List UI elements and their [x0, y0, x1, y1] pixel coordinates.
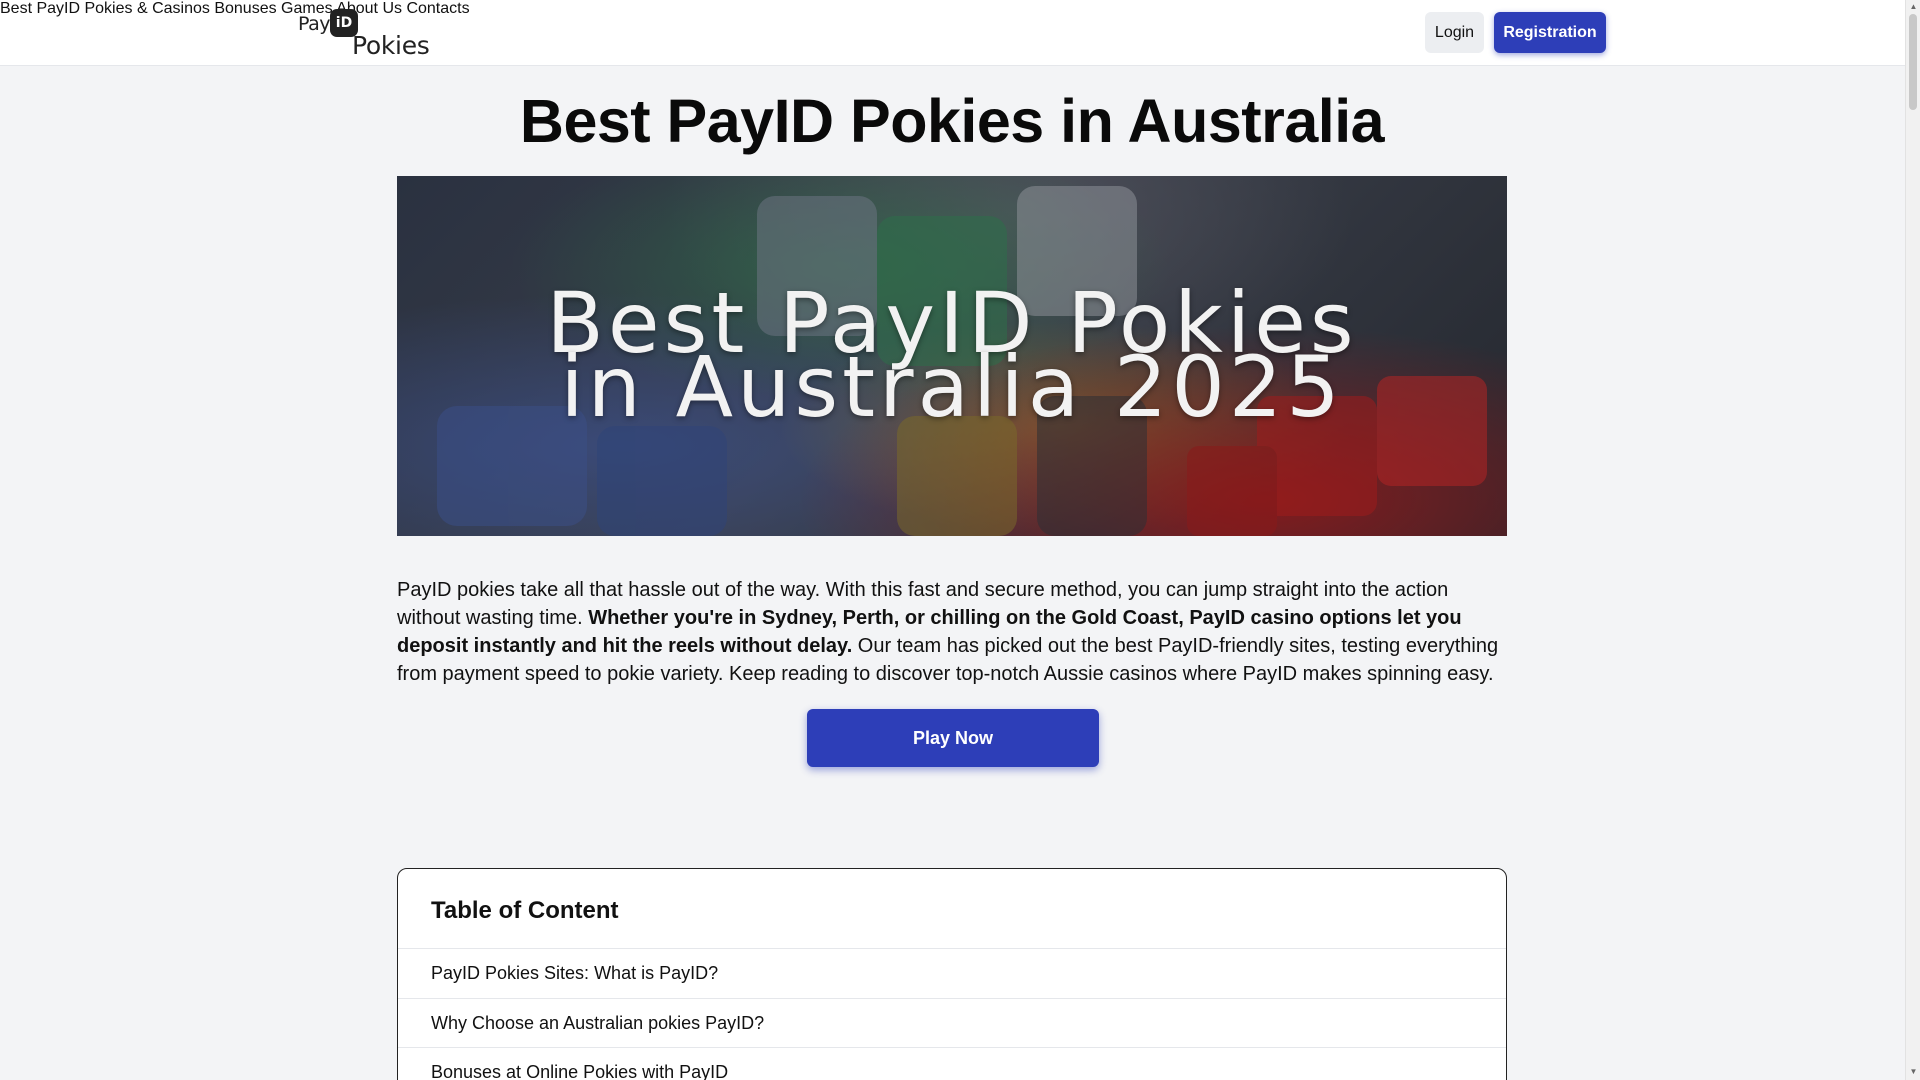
hero-banner-image: Best PayID Pokies in Australia 2025 — [397, 176, 1507, 536]
table-of-content: Table of Content PayID Pokies Sites: Wha… — [397, 868, 1507, 1080]
toc-item-bonuses[interactable]: Bonuses at Online Pokies with PayID — [398, 1047, 1506, 1080]
registration-button[interactable]: Registration — [1494, 12, 1606, 53]
scroll-down-arrow-icon[interactable]: ▼ — [1908, 1067, 1919, 1077]
toc-item-what-is-payid[interactable]: PayID Pokies Sites: What is PayID? — [398, 948, 1506, 998]
play-now-button[interactable]: Play Now — [807, 709, 1099, 767]
main-nav: Best PayID Pokies & Casinos Bonuses Game… — [0, 0, 1905, 18]
toc-item-why-choose[interactable]: Why Choose an Australian pokies PayID? — [398, 998, 1506, 1048]
scrollbar-thumb[interactable] — [1909, 14, 1917, 110]
login-button[interactable]: Login — [1425, 12, 1484, 53]
page-title: Best PayID Pokies in Australia — [519, 87, 1385, 155]
nav-best-payid-pokies[interactable]: Best PayID Pokies & Casinos — [0, 0, 210, 17]
toc-title: Table of Content — [431, 897, 619, 924]
site-header: Pay iD Pokies Best PayID Pokies & Casino… — [0, 0, 1905, 66]
scroll-up-arrow-icon[interactable]: ▲ — [1908, 2, 1919, 12]
logo-pokies-text: Pokies — [352, 31, 430, 60]
nav-bonuses[interactable]: Bonuses — [214, 0, 276, 17]
page-scrollbar[interactable]: ▲ ▼ — [1905, 0, 1920, 1080]
intro-paragraph: PayID pokies take all that hassle out of… — [397, 576, 1509, 688]
hero-text-line2: in Australia 2025 — [560, 338, 1344, 436]
site-logo[interactable]: Pay iD Pokies — [298, 9, 430, 60]
logo-pay-text: Pay — [298, 13, 331, 35]
